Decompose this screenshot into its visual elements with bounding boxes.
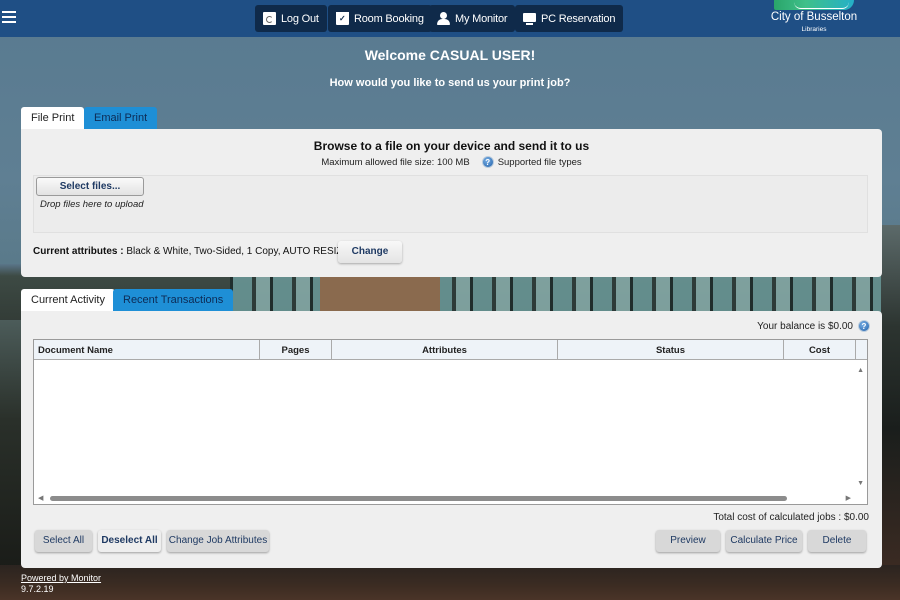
print-job-question: How would you like to send us your print… <box>329 77 571 89</box>
column-cost[interactable]: Cost <box>784 340 856 360</box>
current-activity-panel: Your balance is $0.00 ? Document Name Pa… <box>21 311 882 568</box>
column-status[interactable]: Status <box>558 340 784 360</box>
my-monitor-label: My Monitor <box>455 12 508 25</box>
calculate-price-button[interactable]: Calculate Price <box>726 530 802 552</box>
select-all-button[interactable]: Select All <box>35 530 92 552</box>
balance-text: Your balance is $0.00 <box>757 320 853 332</box>
current-attributes-label: Current attributes : <box>33 246 124 257</box>
powered-by-link[interactable]: Powered by Monitor <box>21 573 101 583</box>
balance: Your balance is $0.00 ? <box>757 320 870 332</box>
drop-hint: Drop files here to upload <box>40 199 144 210</box>
room-booking-button[interactable]: Room Booking <box>328 5 432 32</box>
tab-recent-transactions[interactable]: Recent Transactions <box>113 289 234 311</box>
scroll-left-arrow-icon[interactable]: ◀ <box>38 494 43 502</box>
delete-button[interactable]: Delete <box>808 530 866 552</box>
preview-button[interactable]: Preview <box>656 530 720 552</box>
column-attributes[interactable]: Attributes <box>332 340 558 360</box>
scroll-right-arrow-icon[interactable]: ▶ <box>846 494 851 502</box>
tab-current-activity[interactable]: Current Activity <box>21 289 115 311</box>
scroll-down-arrow-icon[interactable]: ▼ <box>857 480 864 487</box>
welcome-heading: Welcome CASUAL USER! <box>364 47 536 63</box>
help-icon[interactable]: ? <box>481 156 494 168</box>
logout-icon <box>263 12 276 25</box>
my-monitor-button[interactable]: My Monitor <box>429 5 516 32</box>
browse-title: Browse to a file on your device and send… <box>313 139 590 153</box>
scroll-up-arrow-icon[interactable]: ▲ <box>857 367 864 374</box>
version-number: 9.7.2.19 <box>21 584 54 594</box>
tab-file-print[interactable]: File Print <box>21 107 85 129</box>
monitor-icon <box>523 12 536 25</box>
background-left <box>0 320 21 570</box>
background-ground <box>0 565 900 600</box>
user-icon <box>437 12 450 25</box>
top-bar: Log Out Room Booking My Monitor PC Reser… <box>0 0 900 37</box>
jobs-table: Document Name Pages Attributes Status Co… <box>33 339 868 505</box>
logo-title: City of Busselton <box>770 11 858 23</box>
logo-wave-graphic <box>774 0 854 10</box>
deselect-all-button[interactable]: Deselect All <box>98 530 161 552</box>
jobs-table-header: Document Name Pages Attributes Status Co… <box>34 340 867 360</box>
file-dropzone[interactable]: Select files... Drop files here to uploa… <box>33 175 868 233</box>
hamburger-menu-icon[interactable] <box>2 11 16 25</box>
library-logo[interactable]: City of Busselton Libraries <box>768 0 860 37</box>
current-attributes-value: Black & White, Two-Sided, 1 Copy, AUTO R… <box>126 246 350 257</box>
calendar-check-icon <box>336 12 349 25</box>
change-attributes-button[interactable]: Change <box>338 241 402 263</box>
total-cost: Total cost of calculated jobs : $0.00 <box>713 512 869 523</box>
supported-file-types-link[interactable]: Supported file types <box>498 157 582 168</box>
room-booking-label: Room Booking <box>354 12 424 25</box>
balance-help-icon[interactable]: ? <box>858 320 870 332</box>
horizontal-scrollbar[interactable] <box>50 496 787 501</box>
background-right <box>881 225 900 565</box>
column-pages[interactable]: Pages <box>260 340 332 360</box>
change-job-attributes-button[interactable]: Change Job Attributes <box>167 530 269 552</box>
select-files-button[interactable]: Select files... <box>36 177 144 196</box>
logout-label: Log Out <box>281 12 319 25</box>
file-print-panel: Browse to a file on your device and send… <box>21 129 882 277</box>
tab-email-print[interactable]: Email Print <box>84 107 158 129</box>
file-info: Maximum allowed file size: 100 MB ? Supp… <box>21 156 882 168</box>
current-attributes: Current attributes : Black & White, Two-… <box>33 246 349 257</box>
pc-reservation-label: PC Reservation <box>541 12 616 25</box>
max-file-size: Maximum allowed file size: 100 MB <box>321 156 470 168</box>
pc-reservation-button[interactable]: PC Reservation <box>515 5 624 32</box>
logo-subtitle: Libraries <box>801 26 827 33</box>
column-document-name[interactable]: Document Name <box>34 340 260 360</box>
column-spacer <box>856 340 867 360</box>
logout-button[interactable]: Log Out <box>255 5 327 32</box>
